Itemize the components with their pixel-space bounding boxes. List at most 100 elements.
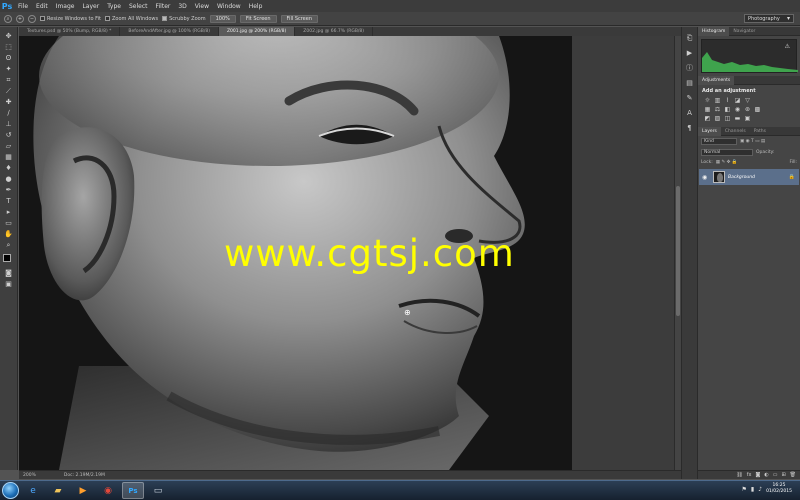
explorer-window-icon[interactable]: ▭: [147, 482, 169, 499]
tab-textures[interactable]: Textures.psd @ 50% (Bump, RGB/8) *: [19, 27, 121, 36]
layer-row-background[interactable]: ◉ Background 🔒: [699, 169, 799, 185]
scrollbar-thumb[interactable]: [676, 186, 680, 316]
magic-wand-tool-icon[interactable]: ✦: [2, 64, 16, 74]
lock-icons[interactable]: ▦ ✎ ✥ 🔒: [716, 160, 738, 165]
mask-icon[interactable]: ◙: [755, 472, 760, 478]
character-panel-icon[interactable]: A: [685, 108, 695, 118]
menu-image[interactable]: Image: [52, 3, 79, 10]
zoom-100-button[interactable]: 100%: [209, 14, 236, 23]
checkbox-box[interactable]: [105, 16, 110, 21]
menu-select[interactable]: Select: [125, 3, 152, 10]
color-balance-icon[interactable]: ⚖: [714, 106, 721, 113]
vertical-scrollbar[interactable]: [674, 36, 681, 470]
photo-filter-icon[interactable]: ◉: [734, 106, 741, 113]
hand-tool-icon[interactable]: ✋: [2, 229, 16, 239]
tab-paths[interactable]: Paths: [750, 127, 770, 136]
blend-mode-select[interactable]: Normal: [701, 149, 753, 156]
zoom-tool-icon[interactable]: ⌕: [2, 240, 16, 250]
chrome-icon[interactable]: ◉: [97, 482, 119, 499]
zoom-all-checkbox[interactable]: Zoom All Windows: [105, 16, 158, 22]
volume-icon[interactable]: ♪: [758, 486, 762, 493]
workspace-select[interactable]: Photography: [744, 14, 794, 23]
scrubby-zoom-checkbox[interactable]: Scrubby Zoom: [162, 16, 206, 22]
kind-filter-select[interactable]: Kind: [701, 138, 737, 145]
dodge-tool-icon[interactable]: ●: [2, 174, 16, 184]
selective-color-icon[interactable]: ▣: [744, 115, 751, 122]
zoom-out-icon[interactable]: −: [28, 14, 36, 23]
healing-brush-tool-icon[interactable]: ✚: [2, 97, 16, 107]
blur-tool-icon[interactable]: ♦: [2, 163, 16, 173]
link-icon[interactable]: ⛓: [736, 472, 742, 478]
shape-tool-icon[interactable]: ▭: [2, 218, 16, 228]
clock[interactable]: 16:25 01/02/2015: [766, 483, 792, 495]
folder-icon[interactable]: ▰: [47, 482, 69, 499]
tab-histogram[interactable]: Histogram: [698, 26, 730, 36]
tab-navigator[interactable]: Navigator: [729, 27, 759, 36]
start-button[interactable]: [2, 482, 19, 499]
menu-edit[interactable]: Edit: [32, 3, 52, 10]
lasso-tool-icon[interactable]: ʘ: [2, 53, 16, 63]
media-player-icon[interactable]: ▶: [72, 482, 94, 499]
zoom-level[interactable]: 200%: [23, 473, 36, 478]
zoom-in-icon[interactable]: +: [16, 14, 24, 23]
properties-panel-icon[interactable]: ▤: [685, 78, 695, 88]
photoshop-task-icon[interactable]: Ps: [122, 482, 144, 499]
pen-tool-icon[interactable]: ✒: [2, 185, 16, 195]
resize-windows-checkbox[interactable]: Resize Windows to Fit: [40, 16, 101, 22]
clone-stamp-tool-icon[interactable]: ⊥: [2, 119, 16, 129]
menu-type[interactable]: Type: [103, 3, 125, 10]
layer-name[interactable]: Background: [728, 175, 786, 180]
menu-view[interactable]: View: [191, 3, 213, 10]
checkbox-box[interactable]: [40, 16, 45, 21]
eraser-tool-icon[interactable]: ▱: [2, 141, 16, 151]
black-white-icon[interactable]: ◧: [724, 106, 731, 113]
screen-mode-icon[interactable]: ▣: [2, 279, 16, 289]
move-tool-icon[interactable]: ✥: [2, 31, 16, 41]
ie-icon[interactable]: e: [22, 482, 44, 499]
color-swatches[interactable]: [2, 253, 16, 267]
posterize-icon[interactable]: ▨: [714, 115, 721, 122]
flag-icon[interactable]: ⚑: [742, 486, 747, 493]
fill-screen-button[interactable]: Fill Screen: [280, 14, 319, 23]
levels-icon[interactable]: ▥: [714, 97, 721, 104]
new-layer-icon[interactable]: ⊞: [781, 472, 785, 478]
gradient-map-icon[interactable]: ▬: [734, 115, 741, 122]
quick-mask-icon[interactable]: ◙: [2, 268, 16, 278]
menu-help[interactable]: Help: [245, 3, 267, 10]
info-panel-icon[interactable]: ⓘ: [685, 63, 695, 73]
tab-adjustments[interactable]: Adjustments: [698, 75, 735, 85]
color-lookup-icon[interactable]: ▩: [754, 106, 761, 113]
menu-file[interactable]: File: [14, 3, 32, 10]
group-icon[interactable]: ▭: [773, 472, 778, 478]
paragraph-panel-icon[interactable]: ¶: [685, 123, 695, 133]
menu-window[interactable]: Window: [213, 3, 245, 10]
type-tool-icon[interactable]: T: [2, 196, 16, 206]
eyedropper-tool-icon[interactable]: ⟋: [2, 86, 16, 96]
brush-tool-icon[interactable]: ∕: [2, 108, 16, 118]
menu-3d[interactable]: 3D: [174, 3, 190, 10]
tab-before-after[interactable]: BeforeAndAfter.jpg @ 100% (RGB/8): [120, 27, 219, 36]
fx-icon[interactable]: fx: [747, 472, 752, 478]
history-brush-tool-icon[interactable]: ↺: [2, 130, 16, 140]
marquee-tool-icon[interactable]: ⬚: [2, 42, 16, 52]
tab-channels[interactable]: Channels: [721, 127, 750, 136]
adjustment-layer-icon[interactable]: ◐: [764, 472, 768, 478]
curves-icon[interactable]: ⌇: [724, 97, 731, 104]
threshold-icon[interactable]: ◫: [724, 115, 731, 122]
menu-filter[interactable]: Filter: [152, 3, 175, 10]
menu-layer[interactable]: Layer: [78, 3, 103, 10]
hue-saturation-icon[interactable]: ▦: [704, 106, 711, 113]
crop-tool-icon[interactable]: ⌗: [2, 75, 16, 85]
network-icon[interactable]: ▮: [751, 486, 754, 493]
document-canvas[interactable]: www.cgtsj.com ⊕: [19, 36, 572, 470]
brightness-icon[interactable]: ☼: [704, 97, 711, 104]
tab-layers[interactable]: Layers: [698, 126, 721, 136]
vibrance-icon[interactable]: ▽: [744, 97, 751, 104]
path-selection-tool-icon[interactable]: ▸: [2, 207, 16, 217]
tab-z001[interactable]: Z001.jpg @ 200% (RGB/8): [218, 27, 296, 36]
brush-panel-icon[interactable]: ✎: [685, 93, 695, 103]
trash-icon[interactable]: 🗑: [790, 472, 796, 478]
history-panel-icon[interactable]: ⎗: [685, 33, 695, 43]
foreground-color[interactable]: [2, 254, 11, 262]
canvas-area[interactable]: www.cgtsj.com ⊕: [19, 36, 674, 470]
